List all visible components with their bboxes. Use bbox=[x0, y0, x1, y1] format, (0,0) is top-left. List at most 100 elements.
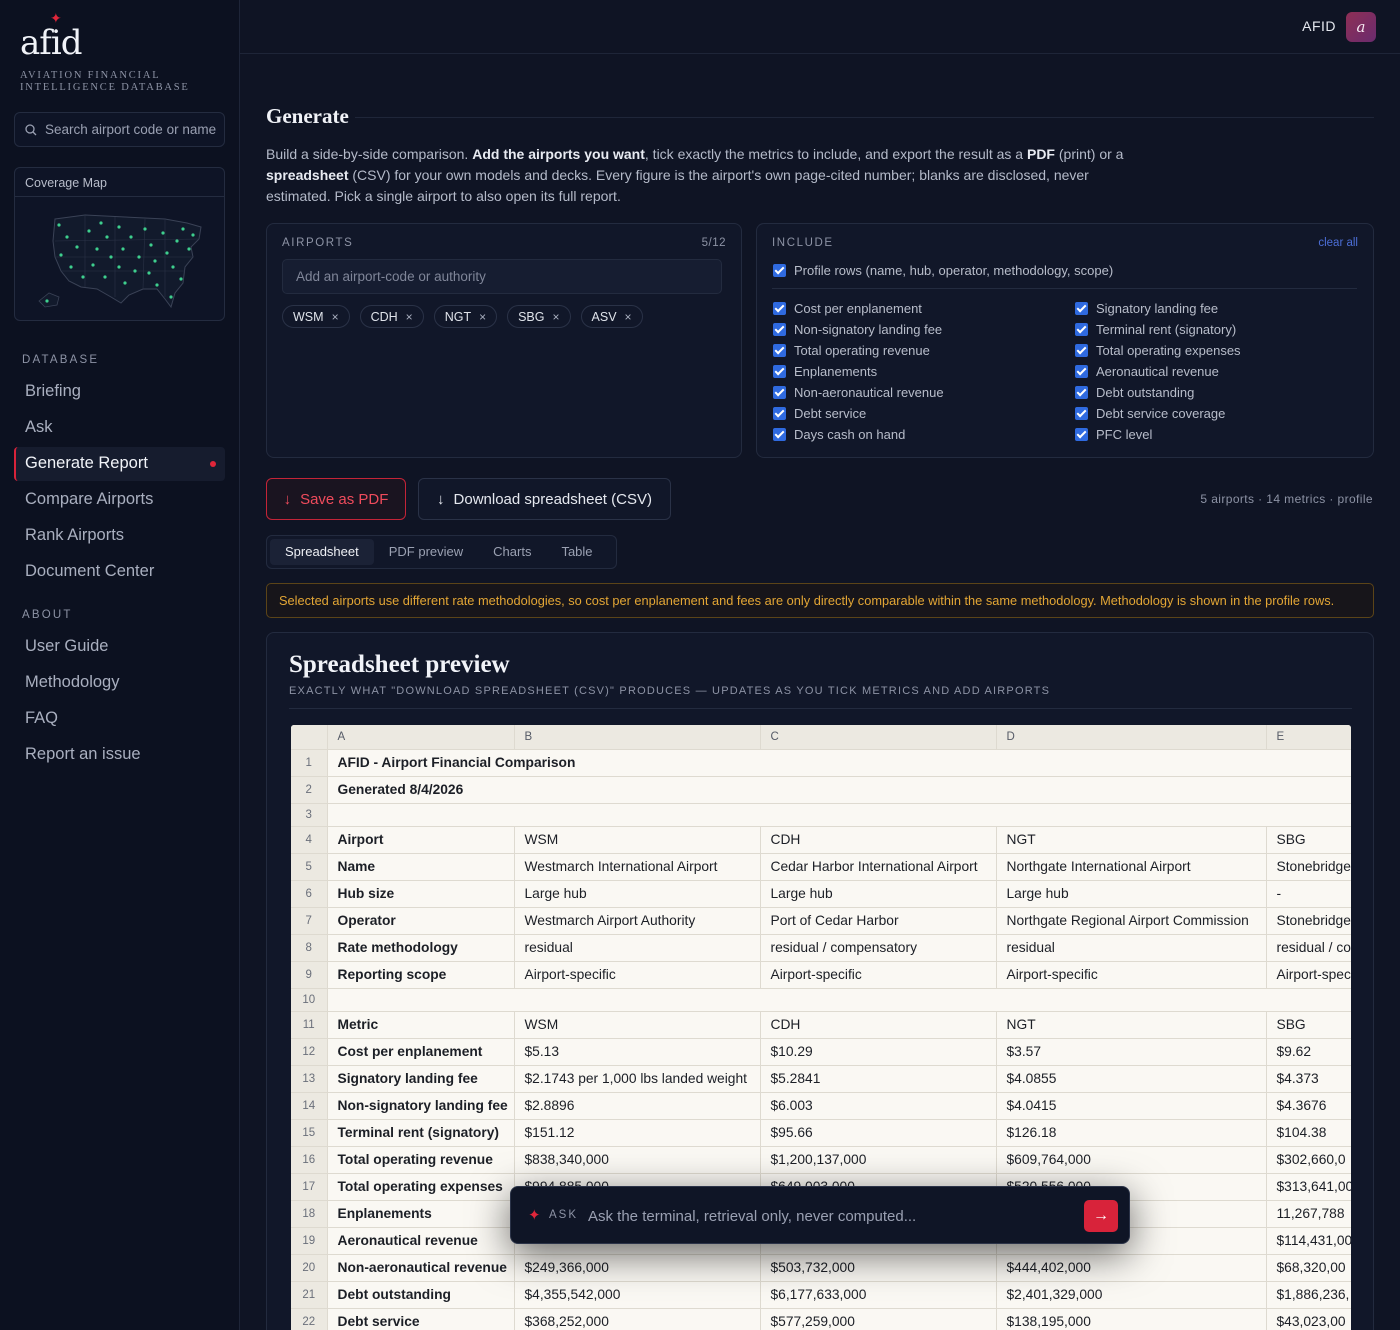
checkbox-checked-icon[interactable] bbox=[1075, 344, 1088, 357]
table-cell[interactable]: CDH bbox=[760, 826, 997, 854]
table-cell[interactable]: $3.57 bbox=[996, 1038, 1267, 1066]
table-cell[interactable]: residual bbox=[996, 934, 1267, 962]
checkbox-metric[interactable]: Aeronautical revenue bbox=[1075, 364, 1219, 379]
column-header[interactable]: C bbox=[760, 725, 997, 750]
save-pdf-button[interactable]: ↓ Save as PDF bbox=[266, 478, 406, 520]
table-cell[interactable]: $838,340,000 bbox=[514, 1146, 761, 1174]
ask-submit-button[interactable]: → bbox=[1084, 1200, 1118, 1232]
nav-item-faq[interactable]: FAQ bbox=[14, 702, 225, 736]
row-number[interactable]: 22 bbox=[291, 1308, 328, 1330]
table-cell[interactable]: $151.12 bbox=[514, 1119, 761, 1147]
checkbox-metric[interactable]: Total operating expenses bbox=[1075, 343, 1241, 358]
table-cell[interactable]: Total operating revenue bbox=[327, 1146, 515, 1174]
table-cell[interactable]: Westmarch Airport Authority bbox=[514, 907, 761, 935]
table-cell[interactable]: $4,355,542,000 bbox=[514, 1281, 761, 1309]
table-cell[interactable]: $5.2841 bbox=[760, 1065, 997, 1093]
table-cell[interactable]: $95.66 bbox=[760, 1119, 997, 1147]
user-name[interactable]: AFID bbox=[1302, 18, 1336, 34]
table-cell[interactable]: Operator bbox=[327, 907, 515, 935]
table-cell[interactable]: SBG bbox=[1266, 1011, 1351, 1039]
coverage-map-card[interactable]: Coverage Map bbox=[14, 167, 225, 321]
table-cell[interactable]: Name bbox=[327, 853, 515, 881]
table-cell[interactable]: Reporting scope bbox=[327, 961, 515, 989]
row-number[interactable]: 6 bbox=[291, 880, 328, 908]
checkbox-checked-icon[interactable] bbox=[1075, 323, 1088, 336]
checkbox-metric[interactable]: Total operating revenue bbox=[773, 343, 930, 358]
table-cell[interactable]: 11,267,788 bbox=[1266, 1200, 1351, 1228]
table-cell[interactable]: $313,641,00 bbox=[1266, 1173, 1351, 1201]
chip-wsm[interactable]: WSM × bbox=[282, 305, 350, 328]
close-icon[interactable]: × bbox=[625, 310, 632, 324]
table-cell[interactable]: $444,402,000 bbox=[996, 1254, 1267, 1282]
table-cell[interactable]: $138,195,000 bbox=[996, 1308, 1267, 1330]
table-cell[interactable]: $2.8896 bbox=[514, 1092, 761, 1120]
close-icon[interactable]: × bbox=[332, 310, 339, 324]
checkbox-checked-icon[interactable] bbox=[773, 428, 786, 441]
row-number[interactable]: 12 bbox=[291, 1038, 328, 1066]
clear-all-link[interactable]: clear all bbox=[1318, 237, 1358, 249]
checkbox-checked-icon[interactable] bbox=[1075, 365, 1088, 378]
table-cell[interactable]: Large hub bbox=[514, 880, 761, 908]
row-number[interactable]: 21 bbox=[291, 1281, 328, 1309]
row-number[interactable]: 16 bbox=[291, 1146, 328, 1174]
checkbox-metric[interactable]: Days cash on hand bbox=[773, 427, 905, 442]
table-cell[interactable]: $114,431,00 bbox=[1266, 1227, 1351, 1255]
table-cell[interactable] bbox=[327, 988, 1351, 1012]
checkbox-metric[interactable]: Debt service bbox=[773, 406, 866, 421]
nav-item-report-issue[interactable]: Report an issue bbox=[14, 738, 225, 772]
table-cell[interactable]: SBG bbox=[1266, 826, 1351, 854]
checkbox-metric[interactable]: Non-signatory landing fee bbox=[773, 322, 942, 337]
checkbox-checked-icon[interactable] bbox=[1075, 386, 1088, 399]
checkbox-metric[interactable]: Signatory landing fee bbox=[1075, 301, 1218, 316]
row-number[interactable]: 1 bbox=[291, 749, 328, 777]
table-cell[interactable]: $249,366,000 bbox=[514, 1254, 761, 1282]
table-cell[interactable]: WSM bbox=[514, 1011, 761, 1039]
table-cell[interactable]: $4.0415 bbox=[996, 1092, 1267, 1120]
table-cell[interactable]: Cost per enplanement bbox=[327, 1038, 515, 1066]
table-cell[interactable]: $577,259,000 bbox=[760, 1308, 997, 1330]
table-cell[interactable]: $4.3676 bbox=[1266, 1092, 1351, 1120]
row-number[interactable]: 10 bbox=[291, 988, 328, 1012]
table-cell[interactable]: Stonebridge bbox=[1266, 907, 1351, 935]
ask-input[interactable] bbox=[588, 1203, 1068, 1229]
table-cell[interactable]: residual / co bbox=[1266, 934, 1351, 962]
close-icon[interactable]: × bbox=[406, 310, 413, 324]
checkbox-checked-icon[interactable] bbox=[773, 365, 786, 378]
tab-charts[interactable]: Charts bbox=[478, 539, 546, 565]
table-cell[interactable]: $4.373 bbox=[1266, 1065, 1351, 1093]
table-cell[interactable]: $503,732,000 bbox=[760, 1254, 997, 1282]
table-cell[interactable]: Debt outstanding bbox=[327, 1281, 515, 1309]
table-cell[interactable]: Terminal rent (signatory) bbox=[327, 1119, 515, 1147]
table-cell[interactable]: $126.18 bbox=[996, 1119, 1267, 1147]
avatar[interactable]: a bbox=[1346, 12, 1376, 42]
airport-input[interactable] bbox=[282, 259, 722, 294]
nav-item-rank-airports[interactable]: Rank Airports bbox=[14, 519, 225, 553]
table-cell[interactable]: $9.62 bbox=[1266, 1038, 1351, 1066]
table-cell[interactable]: Total operating expenses bbox=[327, 1173, 515, 1201]
checkbox-checked-icon[interactable] bbox=[773, 264, 786, 277]
checkbox-checked-icon[interactable] bbox=[773, 344, 786, 357]
chip-ngt[interactable]: NGT × bbox=[433, 305, 498, 328]
checkbox-checked-icon[interactable] bbox=[1075, 428, 1088, 441]
table-cell[interactable]: $5.13 bbox=[514, 1038, 761, 1066]
table-cell[interactable]: Enplanements bbox=[327, 1200, 515, 1228]
table-cell[interactable]: $68,320,00 bbox=[1266, 1254, 1351, 1282]
table-cell[interactable]: Non-signatory landing fee bbox=[327, 1092, 515, 1120]
row-number[interactable]: 11 bbox=[291, 1011, 328, 1039]
checkbox-checked-icon[interactable] bbox=[773, 302, 786, 315]
row-number[interactable]: 9 bbox=[291, 961, 328, 989]
column-header[interactable]: B bbox=[514, 725, 761, 750]
nav-item-ask[interactable]: Ask bbox=[14, 411, 225, 445]
table-cell[interactable]: $368,252,000 bbox=[514, 1308, 761, 1330]
table-cell[interactable]: residual bbox=[514, 934, 761, 962]
tab-table[interactable]: Table bbox=[546, 539, 607, 565]
table-cell[interactable]: NGT bbox=[996, 826, 1267, 854]
close-icon[interactable]: × bbox=[479, 310, 486, 324]
table-cell[interactable]: Signatory landing fee bbox=[327, 1065, 515, 1093]
table-cell[interactable]: Rate methodology bbox=[327, 934, 515, 962]
nav-item-briefing[interactable]: Briefing bbox=[14, 375, 225, 409]
checkbox-checked-icon[interactable] bbox=[773, 407, 786, 420]
table-cell[interactable]: residual / compensatory bbox=[760, 934, 997, 962]
row-number[interactable]: 8 bbox=[291, 934, 328, 962]
nav-item-document-center[interactable]: Document Center bbox=[14, 555, 225, 589]
